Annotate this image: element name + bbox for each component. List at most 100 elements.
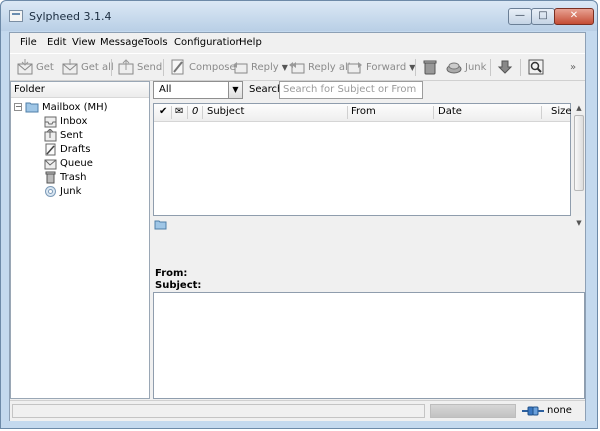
message-body[interactable] — [153, 292, 585, 399]
folder-item-queue[interactable]: Queue — [44, 156, 93, 170]
menu-edit[interactable]: Edit — [47, 37, 66, 48]
menu-view[interactable]: View — [72, 37, 96, 48]
folder-item-drafts[interactable]: Drafts — [44, 142, 90, 156]
folder-item-trash[interactable]: Trash — [44, 170, 86, 184]
toolbar-overflow-button[interactable]: » — [570, 58, 576, 76]
send-icon — [118, 59, 134, 75]
toolbar-separator — [111, 59, 112, 76]
send-label: Send — [137, 61, 163, 73]
reply-dropdown-icon[interactable]: ▼ — [282, 63, 288, 72]
column-date[interactable]: Date — [438, 106, 462, 117]
reply-label: Reply — [251, 61, 279, 73]
column-attachment[interactable]: 0 — [192, 106, 198, 117]
compose-label: Compose — [189, 61, 236, 73]
menu-tools[interactable]: Tools — [143, 37, 168, 48]
mailbox-folder-icon — [25, 102, 39, 113]
get-mail-icon — [17, 59, 33, 75]
message-pane: All ▼ Search: Search for Subject or From… — [153, 81, 585, 399]
collapse-icon[interactable]: − — [14, 103, 22, 111]
column-from[interactable]: From — [351, 106, 376, 117]
folder-item-inbox[interactable]: Inbox — [44, 114, 87, 128]
scroll-thumb[interactable] — [574, 115, 584, 191]
main-area: File Edit View Message Tools Configurati… — [9, 32, 586, 421]
get-all-label: Get all — [81, 61, 114, 73]
arrow-down-icon — [497, 60, 513, 74]
junk-label: Junk — [465, 61, 487, 73]
dropdown-arrow-icon[interactable]: ▼ — [228, 82, 242, 98]
column-subject[interactable]: Subject — [207, 106, 244, 117]
toolbar-separator — [490, 59, 491, 76]
junk-button[interactable]: Junk — [446, 58, 486, 76]
folder-pane: Folder − Mailbox (MH) Inbox Sent Drafts … — [10, 81, 150, 399]
toolbar-separator — [520, 59, 521, 76]
inbox-icon — [44, 116, 57, 127]
mailbox-label: Mailbox (MH) — [42, 101, 108, 113]
send-button[interactable]: Send — [118, 58, 162, 76]
sent-icon — [44, 128, 57, 141]
maximize-button[interactable]: □ — [531, 8, 555, 25]
next-message-button[interactable] — [497, 58, 513, 76]
forward-button[interactable]: Forward ▼ — [347, 58, 415, 76]
search-messages-button[interactable] — [528, 58, 544, 76]
folder-label: Sent — [60, 129, 83, 141]
get-button[interactable]: Get — [17, 58, 54, 76]
vertical-scrollbar[interactable]: ▲ ▼ — [573, 103, 585, 228]
folder-header[interactable]: Folder — [11, 82, 149, 98]
folder-label: Inbox — [60, 115, 88, 127]
column-unread[interactable]: ✉ — [175, 106, 183, 117]
filter-select[interactable]: All ▼ — [153, 81, 243, 99]
get-all-button[interactable]: Get all — [62, 58, 114, 76]
reply-button[interactable]: Reply ▼ — [232, 58, 288, 76]
status-text: none — [547, 405, 572, 416]
subject-label: Subject: — [155, 280, 202, 291]
message-list-header: ✔ ✉ 0 Subject From Date Size — [154, 104, 572, 122]
compose-button[interactable]: Compose — [170, 58, 236, 76]
title-bar: Sylpheed 3.1.4 — □ ✕ — [1, 1, 597, 31]
filter-selected: All — [159, 84, 172, 95]
from-label: From: — [155, 268, 188, 279]
drafts-icon — [45, 143, 56, 155]
junk-icon — [446, 62, 462, 74]
app-icon — [9, 10, 23, 22]
folder-item-junk[interactable]: Junk — [44, 184, 81, 198]
column-divider — [347, 106, 348, 119]
online-status-icon[interactable] — [522, 404, 544, 418]
junk-icon — [45, 185, 56, 197]
reply-all-button[interactable]: Reply all — [289, 58, 351, 76]
magnifier-icon — [528, 59, 544, 75]
compose-icon — [171, 59, 184, 75]
forward-label: Forward — [366, 61, 407, 73]
window-title: Sylpheed 3.1.4 — [29, 10, 112, 23]
folder-icon — [154, 220, 167, 230]
folder-label: Trash — [60, 171, 87, 183]
menu-bar: File Edit View Message Tools Configurati… — [10, 35, 585, 53]
trash-icon — [45, 171, 56, 183]
folder-label: Queue — [60, 157, 93, 169]
queue-icon — [44, 159, 57, 169]
column-size[interactable]: Size — [551, 106, 572, 117]
message-list[interactable]: ✔ ✉ 0 Subject From Date Size — [153, 103, 572, 216]
folder-item-sent[interactable]: Sent — [44, 128, 83, 142]
folder-label: Junk — [60, 185, 82, 197]
trash-can-icon — [423, 60, 437, 75]
column-mark[interactable]: ✔ — [159, 106, 167, 117]
minimize-button[interactable]: — — [508, 8, 532, 25]
mailbox-root[interactable]: − Mailbox (MH) — [14, 100, 108, 114]
search-input[interactable]: Search for Subject or From — [279, 81, 423, 99]
menu-configuration[interactable]: Configuration — [174, 37, 242, 48]
menu-help[interactable]: Help — [239, 37, 262, 48]
close-button[interactable]: ✕ — [554, 8, 594, 25]
column-divider — [541, 106, 542, 119]
menu-file[interactable]: File — [20, 37, 37, 48]
column-divider — [433, 106, 434, 119]
scroll-up-icon[interactable]: ▲ — [574, 103, 584, 113]
status-message — [12, 404, 425, 418]
menu-message[interactable]: Message — [100, 37, 144, 48]
get-all-icon — [62, 59, 78, 75]
toolbar-separator — [415, 59, 416, 76]
toolbar: Get Get all Send Compose Reply ▼ Reply a… — [10, 53, 585, 81]
delete-button[interactable] — [422, 58, 438, 76]
forward-icon — [347, 62, 362, 74]
toolbar-separator — [163, 59, 164, 76]
folder-label: Drafts — [60, 143, 91, 155]
